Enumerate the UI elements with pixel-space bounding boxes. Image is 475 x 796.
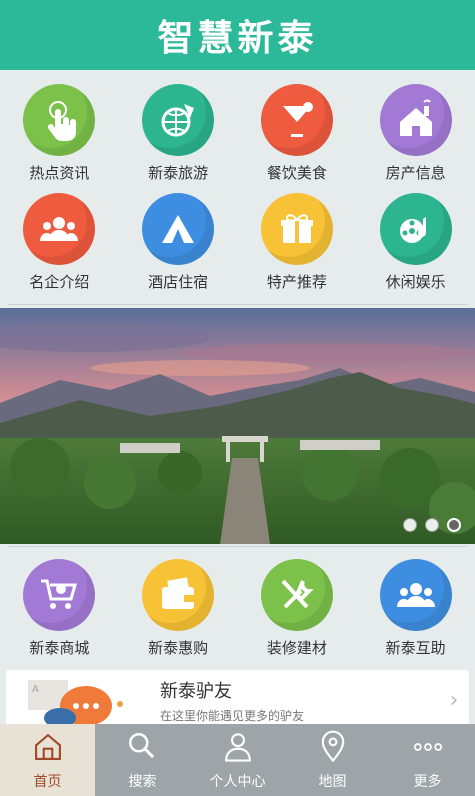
tab-home[interactable]: 首页	[0, 724, 95, 796]
carousel-dot[interactable]	[425, 518, 439, 532]
category-tile[interactable]: 休闲娱乐	[356, 187, 475, 296]
service-tile[interactable]: 装修建材	[238, 553, 357, 663]
category-label: 酒店住宿	[148, 273, 209, 291]
carousel-indicator[interactable]	[403, 518, 461, 532]
tab-label: 地图	[318, 773, 347, 790]
tab-label: 首页	[33, 773, 62, 790]
service-label: 新泰惠购	[148, 639, 209, 657]
service-label: 新泰商城	[29, 639, 90, 657]
service-tile[interactable]: 新泰互助	[356, 553, 475, 663]
group-icon	[379, 559, 452, 631]
shopping-cart-icon	[23, 559, 96, 631]
app-title: 智慧新泰	[157, 18, 318, 59]
promo-banner[interactable]	[0, 308, 475, 544]
tab-label: 搜索	[128, 773, 157, 790]
tab-more[interactable]: 更多	[380, 724, 475, 796]
category-label: 休闲娱乐	[385, 273, 446, 291]
category-tile[interactable]: 热点资讯	[0, 78, 119, 187]
tools-icon	[260, 559, 333, 631]
category-tile[interactable]: 餐饮美食	[238, 78, 357, 187]
category-tile[interactable]: 名企介绍	[0, 187, 119, 296]
category-grid-top: 热点资讯 新泰旅游 餐饮美食 房产信息名企介绍 酒店住宿 特产推荐 休闲娱乐	[0, 78, 475, 300]
tab-label: 个人中心	[209, 773, 266, 790]
travel-friends-card[interactable]: A 新泰驴友 在这里你能遇见更多的驴友 ›	[6, 670, 469, 730]
tab-search[interactable]: 搜索	[95, 724, 190, 796]
category-tile[interactable]: 酒店住宿	[119, 187, 238, 296]
search-icon	[126, 730, 160, 768]
category-grid-bottom: 新泰商城 新泰惠购 装修建材 新泰互助	[0, 553, 475, 663]
divider	[8, 304, 467, 305]
service-tile[interactable]: 新泰商城	[0, 553, 119, 663]
category-label: 房产信息	[385, 164, 446, 182]
category-label: 特产推荐	[266, 273, 327, 291]
carousel-dot[interactable]	[403, 518, 417, 532]
tab-person[interactable]: 个人中心	[190, 724, 285, 796]
globe-icon	[142, 84, 215, 156]
map-pin-icon	[316, 730, 350, 768]
service-tile[interactable]: 新泰惠购	[119, 553, 238, 663]
category-tile[interactable]: 新泰旅游	[119, 78, 238, 187]
card-subtitle: 在这里你能遇见更多的驴友	[160, 708, 305, 723]
house-icon	[379, 84, 452, 156]
card-title: 新泰驴友	[160, 680, 232, 702]
group-icon	[23, 193, 96, 265]
category-tile[interactable]: 特产推荐	[238, 187, 357, 296]
person-icon	[221, 730, 255, 768]
service-label: 新泰互助	[385, 639, 446, 657]
scenic-mountain-image	[0, 308, 475, 544]
more-icon	[411, 730, 445, 768]
category-label: 餐饮美食	[266, 164, 327, 182]
carousel-dot-active[interactable]	[447, 518, 461, 532]
tab-label: 更多	[413, 773, 442, 790]
bottom-tab-bar: 首页 搜索 个人中心 地图 更多	[0, 724, 475, 796]
home-icon	[31, 730, 65, 768]
chevron-right-icon: ›	[449, 687, 459, 713]
hand-pointer-icon	[23, 84, 96, 156]
category-label: 热点资讯	[29, 164, 90, 182]
gift-icon	[260, 193, 333, 265]
svg-text:A: A	[32, 684, 39, 695]
cocktail-icon	[260, 84, 333, 156]
app-header: 智慧新泰	[0, 0, 475, 70]
category-label: 名企介绍	[29, 273, 90, 291]
service-label: 装修建材	[266, 639, 327, 657]
tab-map-pin[interactable]: 地图	[285, 724, 380, 796]
wallet-icon	[142, 559, 215, 631]
tent-icon	[142, 193, 215, 265]
chat-bubble-illustration: A	[6, 670, 136, 730]
category-tile[interactable]: 房产信息	[356, 78, 475, 187]
divider	[8, 546, 467, 547]
film-music-icon	[379, 193, 452, 265]
category-label: 新泰旅游	[148, 164, 209, 182]
